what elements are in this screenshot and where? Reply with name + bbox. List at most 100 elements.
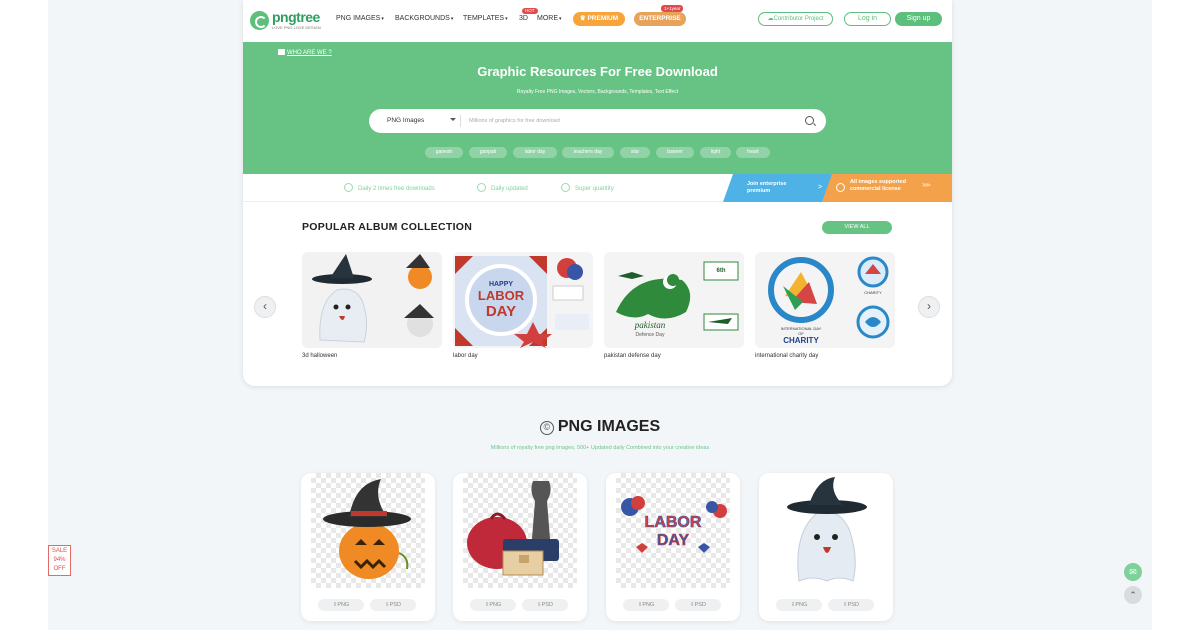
labor-day-text-image: LABOR DAY — [621, 496, 727, 553]
chevron-down-icon: ▾ — [381, 16, 384, 22]
album-pakistan-defense-day[interactable]: pakistan Defence Day 6th — [604, 252, 744, 348]
chevron-down-icon: ▾ — [505, 16, 508, 22]
join-enterprise-banner[interactable]: Join enterprise premium > — [723, 174, 833, 202]
halloween-album-image — [302, 252, 442, 348]
download-png-button[interactable]: ⇩PNG — [318, 599, 364, 611]
sale-percent: 94% — [53, 557, 66, 563]
png-tile[interactable]: ⇩PNG ⇩PSD — [453, 473, 587, 621]
svg-text:HAPPY: HAPPY — [489, 281, 513, 288]
download-psd-button[interactable]: ⇩PSD — [370, 599, 416, 611]
hot-badge: HOT — [522, 8, 538, 14]
chevron-up-icon: ⌃ — [1129, 590, 1137, 600]
hero-subtitle: Royalty Free PNG Images, Vectors, Backgr… — [516, 89, 679, 95]
feature-super-quantity: Super quantity — [561, 183, 614, 192]
feature-free-downloads: Daily 2 times free downloads — [344, 183, 435, 192]
svg-text:6th: 6th — [717, 268, 726, 274]
top-navigation: pngtree LOVE PNG LOVE DESIGN PNG IMAGES▾… — [243, 0, 952, 42]
who-are-we-link[interactable]: WHO ARE WE ? — [278, 49, 332, 56]
nav-png-images[interactable]: PNG IMAGES▾ — [336, 15, 384, 22]
logo-icon — [250, 11, 269, 30]
features-strip: Daily 2 times free downloads Daily updat… — [243, 174, 952, 202]
pumpkin-witch-image — [323, 479, 411, 579]
chevron-down-icon: ▾ — [559, 16, 562, 22]
search-category-select[interactable]: PNG Images — [387, 109, 424, 133]
svg-text:Defence Day: Defence Day — [636, 332, 665, 338]
info-icon — [278, 49, 285, 55]
png-tile[interactable]: ⇩PNG ⇩PSD — [759, 473, 893, 621]
tag-ganesh[interactable]: ganesh — [425, 147, 463, 158]
clock-icon — [477, 183, 486, 192]
nav-backgrounds[interactable]: BACKGROUNDS▾ — [395, 15, 453, 22]
carousel-prev-button[interactable]: ‹ — [254, 296, 276, 318]
search-divider — [460, 115, 461, 127]
enterprise-badge: 1+1year — [661, 5, 684, 12]
download-psd-button[interactable]: ⇩PSD — [522, 599, 568, 611]
tag-banner[interactable]: banner — [656, 147, 694, 158]
download-png-button[interactable]: ⇩PNG — [776, 599, 822, 611]
contributor-project-button[interactable]: ☁Contributor Project — [758, 12, 833, 26]
download-psd-button[interactable]: ⇩PSD — [675, 599, 721, 611]
feature-daily-updated: Daily updated — [477, 183, 528, 192]
nav-more[interactable]: MORE▾ — [537, 15, 562, 22]
album-section-title: POPULAR ALBUM COLLECTION — [302, 221, 473, 233]
png-tile[interactable]: LABOR DAY ⇩PNG ⇩PSD — [606, 473, 740, 621]
pngtree-logo[interactable]: pngtree LOVE PNG LOVE DESIGN — [250, 9, 340, 33]
download-png-button[interactable]: ⇩PNG — [623, 599, 669, 611]
tag-teachers-day[interactable]: teachers day — [562, 147, 614, 158]
triple-chevron-icon: >>> — [922, 183, 930, 189]
album-label: pakistan defense day — [604, 353, 661, 359]
commercial-license-banner[interactable]: All images supported commercial license … — [822, 174, 952, 202]
chevron-down-icon: ▾ — [450, 16, 454, 22]
album-labor-day[interactable]: HAPPY LABOR DAY — [453, 252, 593, 348]
chevron-right-icon: > — [818, 184, 823, 191]
carousel-next-button[interactable]: › — [918, 296, 940, 318]
hero-title: Graphic Resources For Free Download — [477, 64, 718, 79]
layers-icon — [561, 183, 570, 192]
png-tile[interactable]: ⇩PNG ⇩PSD — [301, 473, 435, 621]
view-all-button[interactable]: VIEW ALL — [822, 221, 892, 234]
nav-3d[interactable]: 3D — [519, 15, 528, 22]
login-button[interactable]: Log in — [844, 12, 891, 26]
enterprise-button[interactable]: ENTERPRISE — [634, 12, 686, 26]
download-psd-button[interactable]: ⇩PSD — [828, 599, 874, 611]
tag-star[interactable]: star — [620, 147, 650, 158]
chat-icon: ✉ — [1129, 567, 1137, 577]
back-to-top-button[interactable]: ⌃ — [1124, 586, 1142, 604]
svg-text:CHARITY: CHARITY — [783, 336, 819, 345]
main-card: pngtree LOVE PNG LOVE DESIGN PNG IMAGES▾… — [243, 0, 952, 386]
feedback-button[interactable]: ✉ — [1124, 563, 1142, 581]
logo-tagline: LOVE PNG LOVE DESIGN — [272, 25, 321, 30]
album-label: international charity day — [755, 353, 819, 359]
copyright-icon — [836, 183, 845, 192]
png-section-title: © PNG IMAGES — [0, 418, 1200, 436]
album-international-charity-day[interactable]: INTERNATIONAL DAY OF CHARITY CHARITY — [755, 252, 895, 348]
svg-text:LABOR: LABOR — [478, 288, 525, 303]
charity-album-image: INTERNATIONAL DAY OF CHARITY CHARITY — [755, 252, 895, 348]
tag-labor-day[interactable]: labor day — [513, 147, 557, 158]
chevron-down-icon — [450, 118, 456, 121]
svg-text:DAY: DAY — [657, 532, 690, 549]
download-icon — [344, 183, 353, 192]
download-png-button[interactable]: ⇩PNG — [470, 599, 516, 611]
tag-ganpati[interactable]: ganpati — [469, 147, 507, 158]
search-icon[interactable] — [805, 116, 814, 125]
album-label: 3d halloween — [302, 353, 338, 359]
logo-text: pngtree — [272, 9, 320, 25]
sale-badge[interactable]: SALE 94% OFF — [48, 545, 71, 576]
premium-button[interactable]: ♛ PREMIUM — [573, 12, 625, 26]
commercial-license-text: All images supported commercial license — [850, 179, 906, 192]
tag-heart[interactable]: heart — [736, 147, 770, 158]
tag-light[interactable]: light — [700, 147, 731, 158]
album-label: labor day — [453, 353, 478, 359]
album-3d-halloween[interactable] — [302, 252, 442, 348]
svg-text:CHARITY: CHARITY — [864, 290, 882, 295]
gift-bag-image — [467, 481, 559, 576]
search-input[interactable] — [469, 115, 789, 127]
svg-text:DAY: DAY — [486, 303, 516, 320]
png-section-subtitle: Millions of royalty free png images, 500… — [490, 445, 710, 451]
sale-label: SALE — [51, 548, 68, 554]
nav-templates[interactable]: TEMPLATES▾ — [463, 15, 508, 22]
search-bar: PNG Images — [369, 109, 826, 133]
join-enterprise-text: Join enterprise premium — [747, 181, 787, 194]
signup-button[interactable]: Sign up — [895, 12, 942, 26]
